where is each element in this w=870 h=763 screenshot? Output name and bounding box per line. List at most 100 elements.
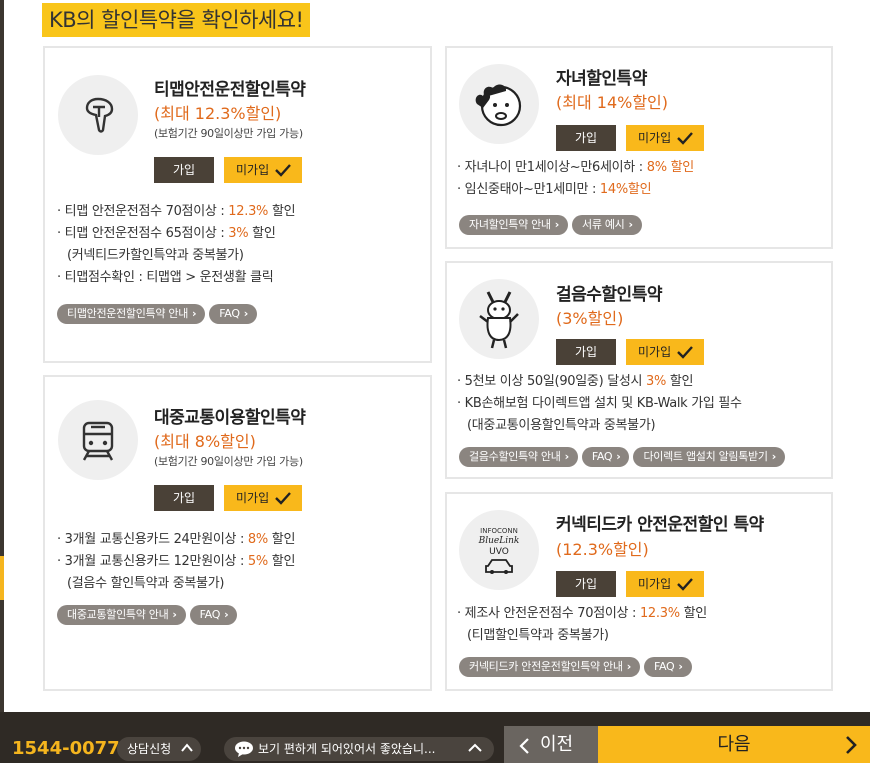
connected-join-button[interactable]: 가입 — [556, 571, 616, 597]
chevron-right-icon: › — [678, 660, 683, 673]
review-chat-bar[interactable]: 보기 편하게 되어있어서 좋았습니... — [224, 737, 494, 761]
walk-guide-link[interactable]: 걸음수할인특약 안내 › — [459, 447, 578, 467]
transit-nojoin-label: 미가입 — [236, 491, 270, 505]
card-child: 자녀할인특약 (최대 14%할인) 가입 미가입 · 자녀나이 만1세이상~만6… — [445, 46, 833, 249]
list-item: (커넥티드카할인특약과 중복불가) — [67, 248, 244, 263]
walking-character-icon — [479, 291, 519, 349]
chevron-right-icon: › — [626, 660, 632, 673]
chat-bubble-icon — [235, 741, 253, 757]
infoconn-logo: INFOCONN — [480, 526, 518, 535]
list-item: · 임신중태아~만1세미만 : 14%할인 — [457, 182, 652, 197]
rail-accent — [0, 556, 4, 600]
connected-nojoin-button[interactable]: 미가입 — [626, 571, 704, 597]
check-icon — [275, 164, 291, 177]
chevron-right-icon: › — [224, 608, 229, 621]
child-nojoin-label: 미가입 — [638, 131, 672, 145]
check-icon — [275, 492, 291, 505]
transit-note: (보험기간 90일이상만 가입 가능) — [154, 455, 303, 468]
chevron-right-icon: › — [616, 450, 621, 463]
chevron-right-icon: › — [192, 307, 197, 320]
tmap-bullets: · 티맵 안전운전점수 70점이상 : 12.3% 할인 · 티맵 안전운전점수… — [57, 201, 296, 289]
transit-title: 대중교통이용할인특약 — [154, 408, 306, 428]
tmap-nojoin-label: 미가입 — [236, 163, 270, 177]
walk-nojoin-button[interactable]: 미가입 — [626, 339, 704, 365]
walk-join-button[interactable]: 가입 — [556, 339, 616, 365]
transit-discount: (최대 8%할인) — [154, 432, 256, 451]
child-guide-link[interactable]: 자녀할인특약 안내 › — [459, 215, 568, 235]
tmap-nojoin-button[interactable]: 미가입 — [224, 157, 302, 183]
footer-bar: 1544-0077 상담신청 보기 편하게 되어있어서 좋았습니... 이전 다… — [0, 716, 870, 763]
connected-discount: (12.3%할인) — [556, 540, 649, 559]
consult-button[interactable]: 상담신청 — [117, 737, 201, 761]
check-icon — [677, 578, 693, 591]
chevron-up-icon — [181, 743, 193, 752]
walk-discount: (3%할인) — [556, 309, 624, 328]
next-label: 다음 — [717, 734, 751, 755]
list-item: (걸음수 할인특약과 중복불가) — [67, 576, 225, 591]
walk-app-install-link[interactable]: 다이렉트 앱설치 알림톡받기 › — [633, 447, 785, 467]
child-title: 자녀할인특약 — [556, 69, 647, 89]
chevron-up-icon — [468, 743, 482, 752]
transit-guide-link[interactable]: 대중교통할인특약 안내 › — [57, 605, 186, 625]
tmap-note: (보험기간 90일이상만 가입 가능) — [154, 127, 303, 140]
child-discount: (최대 14%할인) — [556, 93, 669, 112]
tmap-discount: (최대 12.3%할인) — [154, 104, 282, 123]
walk-title: 걸음수할인특약 — [556, 285, 662, 305]
check-icon — [677, 132, 693, 145]
child-badge — [459, 64, 539, 144]
car-icon — [485, 558, 513, 574]
child-bullets: · 자녀나이 만1세이상~만6세이하 : 8% 할인 · 임신중태아~만1세미만… — [457, 157, 694, 201]
walk-faq-link[interactable]: FAQ › — [581, 447, 630, 467]
tmap-join-button[interactable]: 가입 — [154, 157, 214, 183]
list-item: · 티맵 안전운전점수 70점이상 : 12.3% 할인 — [57, 204, 296, 219]
list-item: · KB손해보험 다이렉트앱 설치 및 KB-Walk 가입 필수 — [457, 396, 742, 411]
chevron-right-icon: › — [628, 218, 633, 231]
list-item: · 5천보 이상 50일(90일중) 달성시 3% 할인 — [457, 374, 694, 389]
chevron-right-icon: › — [172, 608, 177, 621]
list-item: · 3개월 교통신용카드 24만원이상 : 8% 할인 — [57, 532, 296, 547]
chevron-left-icon — [519, 738, 529, 754]
chevron-right-icon: › — [243, 307, 249, 320]
tmap-title: 티맵안전운전할인특약 — [154, 80, 306, 100]
tmap-guide-link[interactable]: 티맵안전운전할인특약 안내 › — [57, 304, 206, 324]
list-item: · 3개월 교통신용카드 12만원이상 : 5% 할인 — [57, 554, 296, 569]
uvo-logo: UVO — [489, 546, 509, 557]
next-button[interactable]: 다음 — [598, 726, 870, 763]
tmap-faq-link[interactable]: FAQ › — [209, 304, 257, 324]
chevron-right-icon: › — [771, 450, 777, 463]
card-walk: 걸음수할인특약 (3%할인) 가입 미가입 · 5천보 이상 50일(90일중)… — [445, 261, 833, 479]
child-join-button[interactable]: 가입 — [556, 125, 616, 151]
list-item: · 티맵 안전운전점수 65점이상 : 3% 할인 — [57, 226, 276, 241]
bluelink-logo: BlueLink — [478, 535, 520, 546]
list-item: (대중교통이용할인특약과 중복불가) — [467, 418, 656, 433]
connected-guide-link[interactable]: 커넥티드카 안전운전할인특약 안내 › — [459, 657, 640, 677]
check-icon — [677, 346, 693, 359]
child-document-link[interactable]: 서류 예시 › — [572, 215, 642, 235]
list-item: (티맵할인특약과 중복불가) — [467, 628, 609, 643]
transit-nojoin-button[interactable]: 미가입 — [224, 485, 302, 511]
phone-number[interactable]: 1544-0077 — [12, 738, 120, 759]
transit-join-button[interactable]: 가입 — [154, 485, 214, 511]
child-nojoin-button[interactable]: 미가입 — [626, 125, 704, 151]
chevron-right-icon: › — [554, 218, 560, 231]
consult-label: 상담신청 — [127, 742, 172, 756]
left-rail — [0, 0, 4, 720]
transit-faq-link[interactable]: FAQ › — [189, 605, 238, 625]
chevron-right-icon: › — [564, 450, 570, 463]
card-connected: INFOCONN BlueLink UVO 커넥티드카 안전운전할인 특약 (1… — [445, 492, 833, 691]
transit-bullets: · 3개월 교통신용카드 24만원이상 : 8% 할인 · 3개월 교통신용카드… — [57, 529, 295, 595]
walk-nojoin-label: 미가입 — [638, 345, 672, 359]
walk-bullets: · 5천보 이상 50일(90일중) 달성시 3% 할인 · KB손해보험 다이… — [457, 371, 742, 437]
connected-faq-link[interactable]: FAQ › — [643, 657, 692, 677]
baby-face-icon — [475, 84, 522, 127]
prev-button[interactable]: 이전 — [504, 726, 598, 763]
chevron-right-icon — [846, 736, 857, 754]
connected-bullets: · 제조사 안전운전점수 70점이상 : 12.3% 할인 (티맵할인특약과 중… — [457, 603, 707, 647]
connected-title: 커넥티드카 안전운전할인 특약 — [556, 515, 764, 535]
card-transit: 대중교통이용할인특약 (최대 8%할인) (보험기간 90일이상만 가입 가능)… — [43, 375, 432, 691]
train-icon — [82, 421, 114, 461]
tmap-icon — [85, 97, 114, 133]
review-chat-text: 보기 편하게 되어있어서 좋았습니... — [258, 742, 436, 756]
connected-badge: INFOCONN BlueLink UVO — [459, 510, 539, 590]
list-item: · 자녀나이 만1세이상~만6세이하 : 8% 할인 — [457, 160, 694, 175]
